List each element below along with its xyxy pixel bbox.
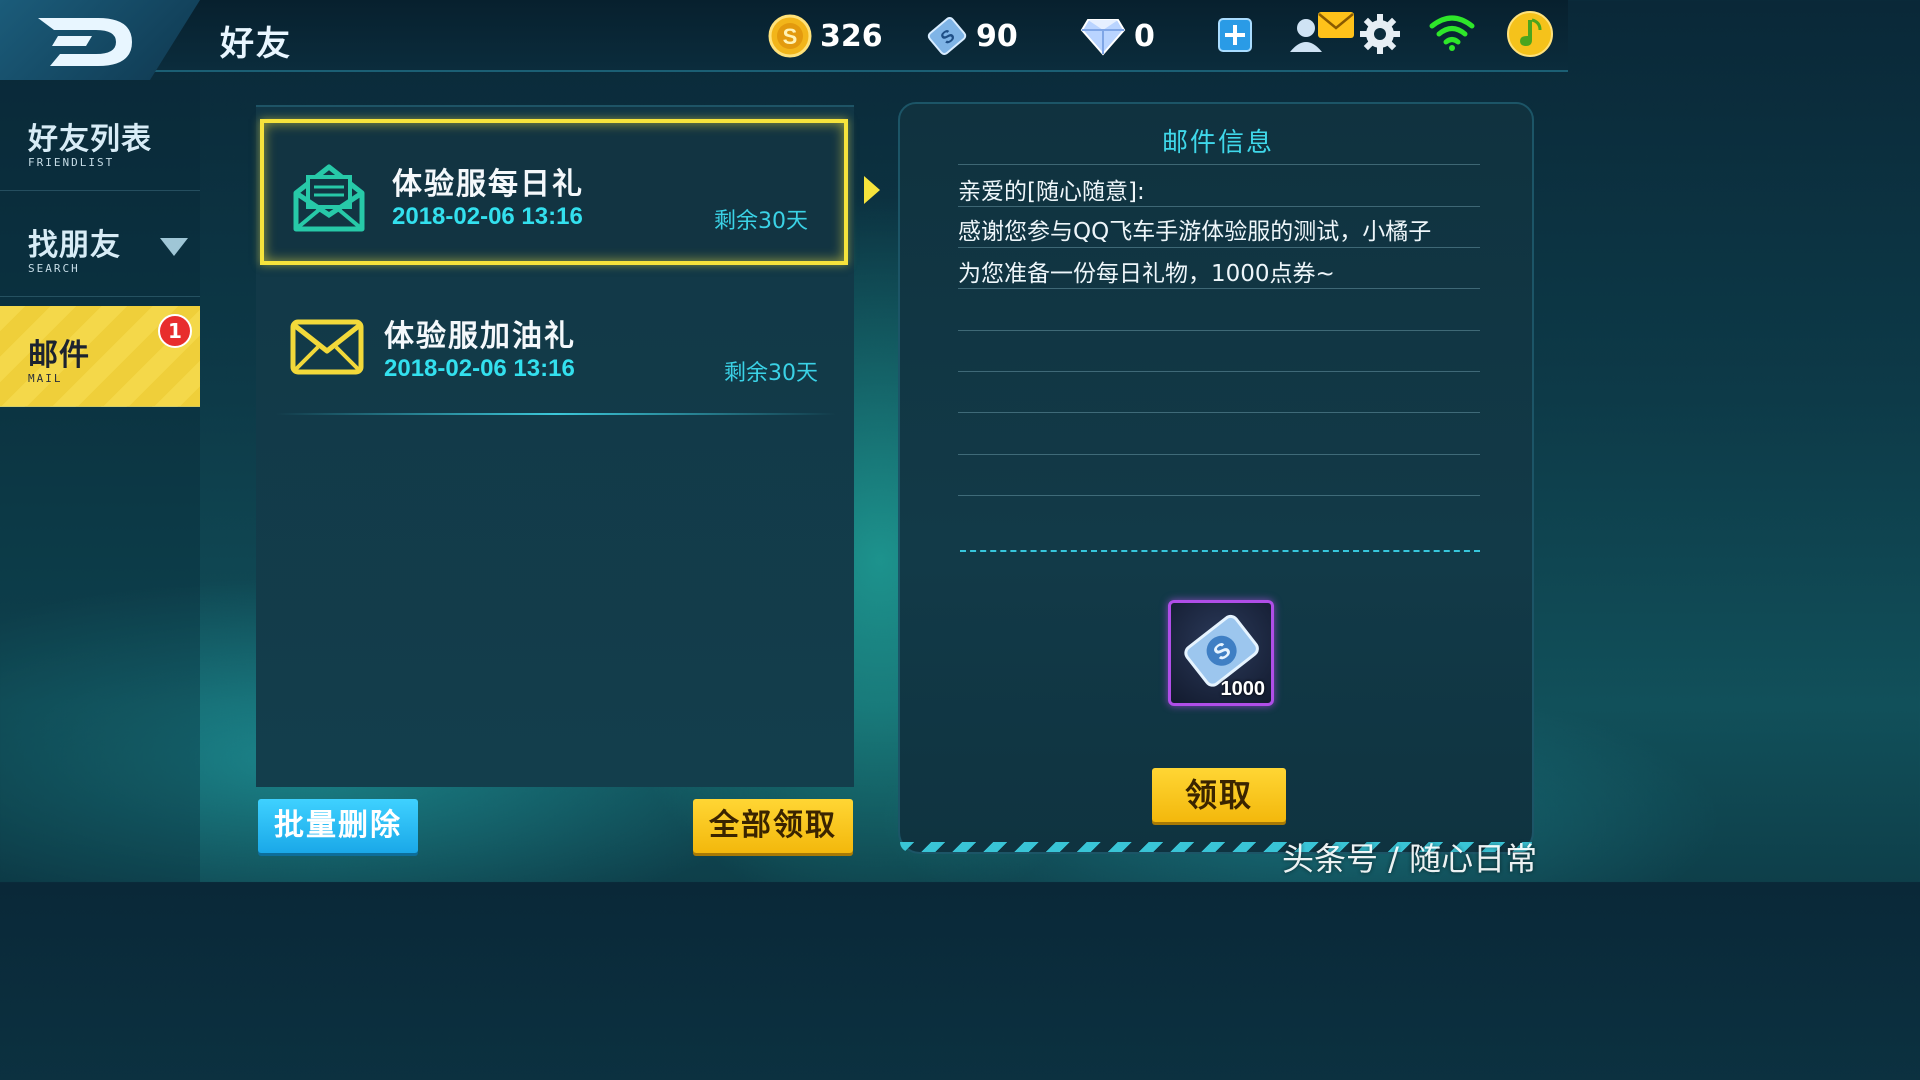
wifi-status <box>1428 14 1476 56</box>
gold-coin-counter: S 326 <box>768 14 883 58</box>
add-currency-button[interactable] <box>1218 18 1252 56</box>
mail-title: 体验服加油礼 <box>384 319 576 354</box>
mail-date: 2018-02-06 13:16 <box>384 355 575 382</box>
divider <box>958 164 1480 165</box>
mail-info-title: 邮件信息 <box>1161 128 1274 158</box>
claim-all-button[interactable]: 全部领取 <box>693 799 853 853</box>
page-title: 好友 <box>220 24 292 64</box>
music-button[interactable] <box>1506 10 1554 62</box>
mail-remaining: 剩余30天 <box>724 361 818 386</box>
mail-title: 体验服每日礼 <box>392 167 584 202</box>
divider <box>958 247 1480 248</box>
mail-info-panel: 邮件信息 亲爱的[随心随意]: 感谢您参与QQ飞车手游体验服的测试，小橘子 为您… <box>898 102 1534 854</box>
sidebar-item-sublabel: MAIL <box>28 372 63 385</box>
sidebar-item-sublabel: FRIENDLIST <box>28 156 115 169</box>
attachment-separator <box>960 550 1480 552</box>
divider <box>958 371 1480 372</box>
chevron-down-icon <box>160 238 188 256</box>
coupon-count: 90 <box>976 18 1018 54</box>
sidebar-item-mail[interactable]: 邮件 MAIL 1 <box>0 306 200 407</box>
diamond-icon <box>1080 19 1126 56</box>
batch-delete-button[interactable]: 批量删除 <box>258 799 418 853</box>
divider <box>958 454 1480 455</box>
mail-item[interactable]: 体验服加油礼 2018-02-06 13:16 剩余30天 <box>256 277 854 427</box>
divider <box>958 495 1480 496</box>
top-bar: 好友 S 326 S 90 0 <box>0 0 1568 80</box>
diamond-counter: 0 <box>1080 14 1155 58</box>
friend-messages-button[interactable] <box>1286 8 1358 60</box>
sidebar-item-label: 邮件 <box>28 338 90 373</box>
list-divider <box>276 413 836 415</box>
settings-button[interactable] <box>1358 12 1402 60</box>
game-logo-icon <box>38 18 132 66</box>
sidebar-item-friendlist[interactable]: 好友列表 FRIENDLIST <box>0 90 200 191</box>
diamond-count: 0 <box>1134 18 1155 54</box>
sidebar-item-label: 好友列表 <box>28 122 152 157</box>
open-envelope-icon <box>293 164 365 232</box>
wifi-icon <box>1429 15 1475 51</box>
divider <box>958 412 1480 413</box>
sidebar-item-label: 找朋友 <box>28 228 121 263</box>
gold-coin-icon: S <box>768 14 812 58</box>
sidebar: 好友列表 FRIENDLIST 找朋友 SEARCH 邮件 MAIL 1 <box>0 80 200 882</box>
mail-remaining: 剩余30天 <box>714 209 808 234</box>
mail-date: 2018-02-06 13:16 <box>392 203 583 230</box>
back-button[interactable] <box>0 0 200 80</box>
divider <box>958 330 1480 331</box>
coupon-counter: S 90 <box>926 14 1018 58</box>
claim-button[interactable]: 领取 <box>1152 768 1286 822</box>
gear-icon <box>1360 14 1400 54</box>
envelope-icon <box>290 319 364 375</box>
mail-body-line: 亲爱的[随心随意]: <box>958 179 1145 205</box>
plus-icon <box>1218 18 1252 52</box>
mail-list: 体验服每日礼 2018-02-06 13:16 剩余30天 体验服加油礼 201… <box>256 105 854 787</box>
mail-item-selected[interactable]: 体验服每日礼 2018-02-06 13:16 剩余30天 <box>260 119 848 265</box>
music-note-icon <box>1507 11 1553 57</box>
divider <box>958 288 1480 289</box>
friends-mail-icon <box>1290 12 1354 52</box>
reward-item[interactable]: S 1000 <box>1168 600 1274 706</box>
watermark: 头条号 / 随心日常 <box>1282 840 1538 878</box>
reward-quantity: 1000 <box>1220 678 1266 700</box>
selection-arrow-icon <box>864 176 880 204</box>
svg-text:S: S <box>783 24 798 49</box>
mail-body-line: 为您准备一份每日礼物，1000点券~ <box>958 261 1335 287</box>
mail-body-line: 感谢您参与QQ飞车手游体验服的测试，小橘子 <box>958 219 1432 245</box>
sidebar-item-search[interactable]: 找朋友 SEARCH <box>0 196 200 297</box>
sidebar-item-sublabel: SEARCH <box>28 262 80 275</box>
unread-badge: 1 <box>158 314 192 348</box>
coupon-card-icon: S <box>927 17 967 55</box>
gold-coin-count: 326 <box>820 18 883 54</box>
divider <box>958 206 1480 207</box>
